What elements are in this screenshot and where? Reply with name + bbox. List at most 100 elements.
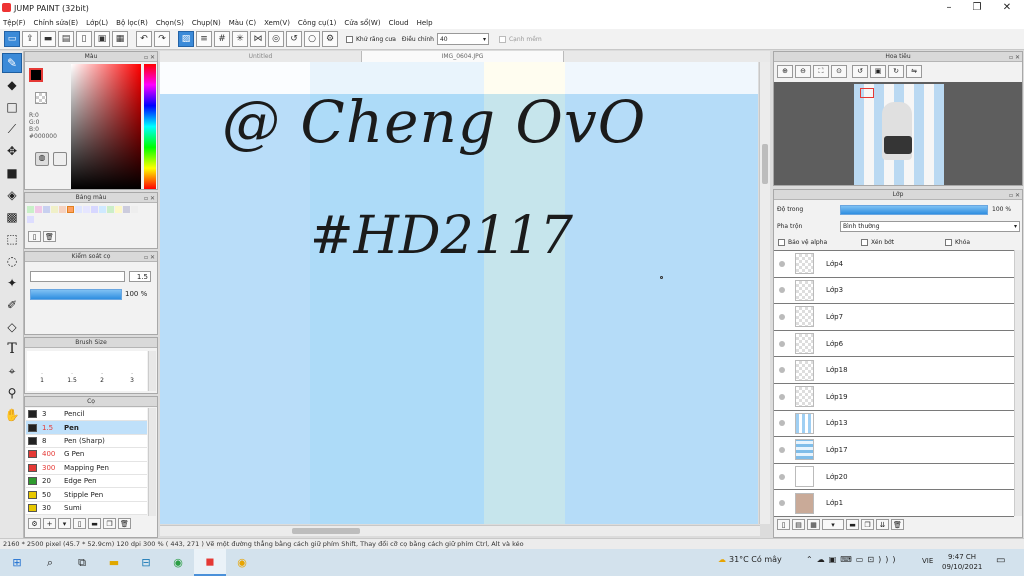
magic-wand-tool-icon[interactable]: ✦ [2,273,22,293]
brush-item[interactable]: 20 Edge Pen [26,474,147,489]
menu-cloud[interactable]: Cloud [389,19,409,27]
brush-size-list[interactable]: · 1 · 1.5 · 2 · 3 [27,351,147,391]
fill-rect-tool-icon[interactable]: ■ [2,163,22,183]
brush-folder-icon[interactable]: ▬ [88,518,101,529]
brush-list-scrollbar[interactable] [148,408,156,516]
protect-alpha-checkbox[interactable] [778,239,785,246]
chrome-icon[interactable]: ◉ [162,549,194,576]
layer-row[interactable]: Lớp1 [774,490,1014,517]
system-tray-icons[interactable]: ⌃☁▣⌨▭⊡))) [806,555,899,564]
layer-row[interactable]: Lớp6 [774,330,1014,358]
snap-circle-icon[interactable]: ◎ [268,31,284,47]
pan-tool-icon[interactable]: ✋ [2,405,22,425]
palette-swatch[interactable] [123,206,130,213]
close-button[interactable]: ✕ [992,0,1022,16]
navigator-preview[interactable] [774,82,1022,185]
layer-row[interactable]: Lớp18 [774,357,1014,384]
pen-size-slider[interactable] [30,271,125,282]
undo-icon[interactable]: ↶ [136,31,152,47]
zoom-in-icon[interactable]: ⊕ [777,65,793,78]
canvas-horizontal-scrollbar[interactable] [160,525,760,536]
brush-item[interactable]: 8 Pen (Sharp) [26,434,147,449]
upload-icon[interactable]: ⇪ [22,31,38,47]
drawing-canvas[interactable]: @ Cheng OvO #HD2117 [160,62,758,524]
layer-row[interactable]: Lớp3 [774,277,1014,305]
card-icon[interactable]: ▤ [58,31,74,47]
navigator-viewport-frame[interactable] [860,88,874,98]
delete-brush-icon[interactable]: 🗑 [118,518,131,529]
zoom-actual-icon[interactable]: ⊙ [831,65,847,78]
store-icon[interactable]: ⊟ [130,549,162,576]
palette-swatches[interactable] [27,206,145,226]
eyedropper-tool-icon[interactable]: ⚲ [2,383,22,403]
menu-select[interactable]: Chọn(S) [156,19,184,27]
palette-swatch[interactable] [35,206,42,213]
rotate-right-icon[interactable]: ↻ [888,65,904,78]
menu-window[interactable]: Cửa sổ(W) [344,19,380,27]
protect-alpha-option[interactable]: Bảo vệ alpha [778,239,827,246]
duplicate-brush-icon[interactable]: ❐ [103,518,116,529]
flip-icon[interactable]: ⇋ [906,65,922,78]
line-tool-icon[interactable]: ⟋ [2,119,22,139]
snap-off-icon[interactable]: ▨ [178,31,194,47]
layer-row[interactable]: Lớp20 [774,463,1014,491]
snap-parallel-icon[interactable]: ≡ [196,31,212,47]
chrome-taskbar-icon-2[interactable]: ◉ [226,549,258,576]
layer-visibility-icon[interactable] [779,367,785,374]
pen-opacity-slider[interactable] [30,289,122,300]
menu-edit[interactable]: Chỉnh sửa(E) [34,19,79,27]
lock-checkbox[interactable] [945,239,952,246]
bucket-tool-icon[interactable]: ◈ [2,185,22,205]
layer-list-scrollbar[interactable] [1014,250,1022,516]
merge-layer-icon[interactable]: ⇊ [876,519,889,530]
palette-swatch[interactable] [27,206,34,213]
export-icon[interactable]: ▦ [112,31,128,47]
pen-tool-icon[interactable]: ✎ [2,53,22,73]
brush-settings-icon[interactable]: ⚙ [28,518,41,529]
palette-swatch[interactable] [83,206,90,213]
menu-tools[interactable]: Công cụ(1) [298,19,336,27]
snap-settings-icon[interactable]: ⚙ [322,31,338,47]
zoom-out-icon[interactable]: ⊖ [795,65,811,78]
soft-edge-checkbox[interactable] [498,35,506,43]
start-icon[interactable]: ⊞ [0,549,34,576]
background-color-swatch[interactable] [35,92,47,104]
clock[interactable]: 9:47 CH 09/10/2021 [942,552,982,572]
delete-layer-icon[interactable]: 🗑 [891,519,904,530]
layer-visibility-icon[interactable] [779,393,785,400]
add-brush-icon[interactable]: + [43,518,56,529]
rectangle-tool-icon[interactable]: □ [2,97,22,117]
duplicate-layer-icon[interactable]: ❐ [861,519,874,530]
layer-folder-icon[interactable]: ▬ [846,519,859,530]
brush-menu-icon[interactable]: ▾ [58,518,71,529]
brush-item[interactable]: 3 Pencil [26,408,147,422]
document-icon[interactable]: ▯ [76,31,92,47]
palette-swatch[interactable] [27,216,34,223]
redo-icon[interactable]: ↷ [154,31,170,47]
palette-swatch[interactable] [115,206,122,213]
brush-item[interactable]: 300 Mapping Pen [26,461,147,475]
move-tool-icon[interactable]: ✥ [2,141,22,161]
copy-brush-icon[interactable]: ▯ [73,518,86,529]
canvas-vertical-scrollbar[interactable] [759,62,770,524]
brush-size-item[interactable]: · 3 [117,351,147,391]
palette-swatch[interactable] [107,206,114,213]
palette-swatch[interactable] [91,206,98,213]
tab-img-0604[interactable]: IMG_0604.JPG [362,51,564,62]
new-halftone-layer-icon[interactable]: ▤ [792,519,805,530]
layer-visibility-icon[interactable] [779,340,785,347]
menu-view[interactable]: Xem(V) [264,19,290,27]
foreground-color-swatch[interactable] [29,68,43,82]
layer-row[interactable]: Lớp17 [774,437,1014,464]
select-pen-tool-icon[interactable]: ✐ [2,295,22,315]
save-icon[interactable]: ▣ [94,31,110,47]
clipping-checkbox[interactable] [861,239,868,246]
menu-capture[interactable]: Chụp(N) [192,19,221,27]
text-tool-icon[interactable]: T [2,339,22,359]
search-icon[interactable]: ⌕ [34,549,66,576]
snap-vanish-icon[interactable]: ⋈ [250,31,266,47]
layer-row[interactable]: Lớp4 [774,251,1014,278]
tab-untitled[interactable]: Untitled [160,51,362,62]
hue-slider[interactable] [144,64,156,189]
color-mode-icon[interactable] [53,152,67,166]
